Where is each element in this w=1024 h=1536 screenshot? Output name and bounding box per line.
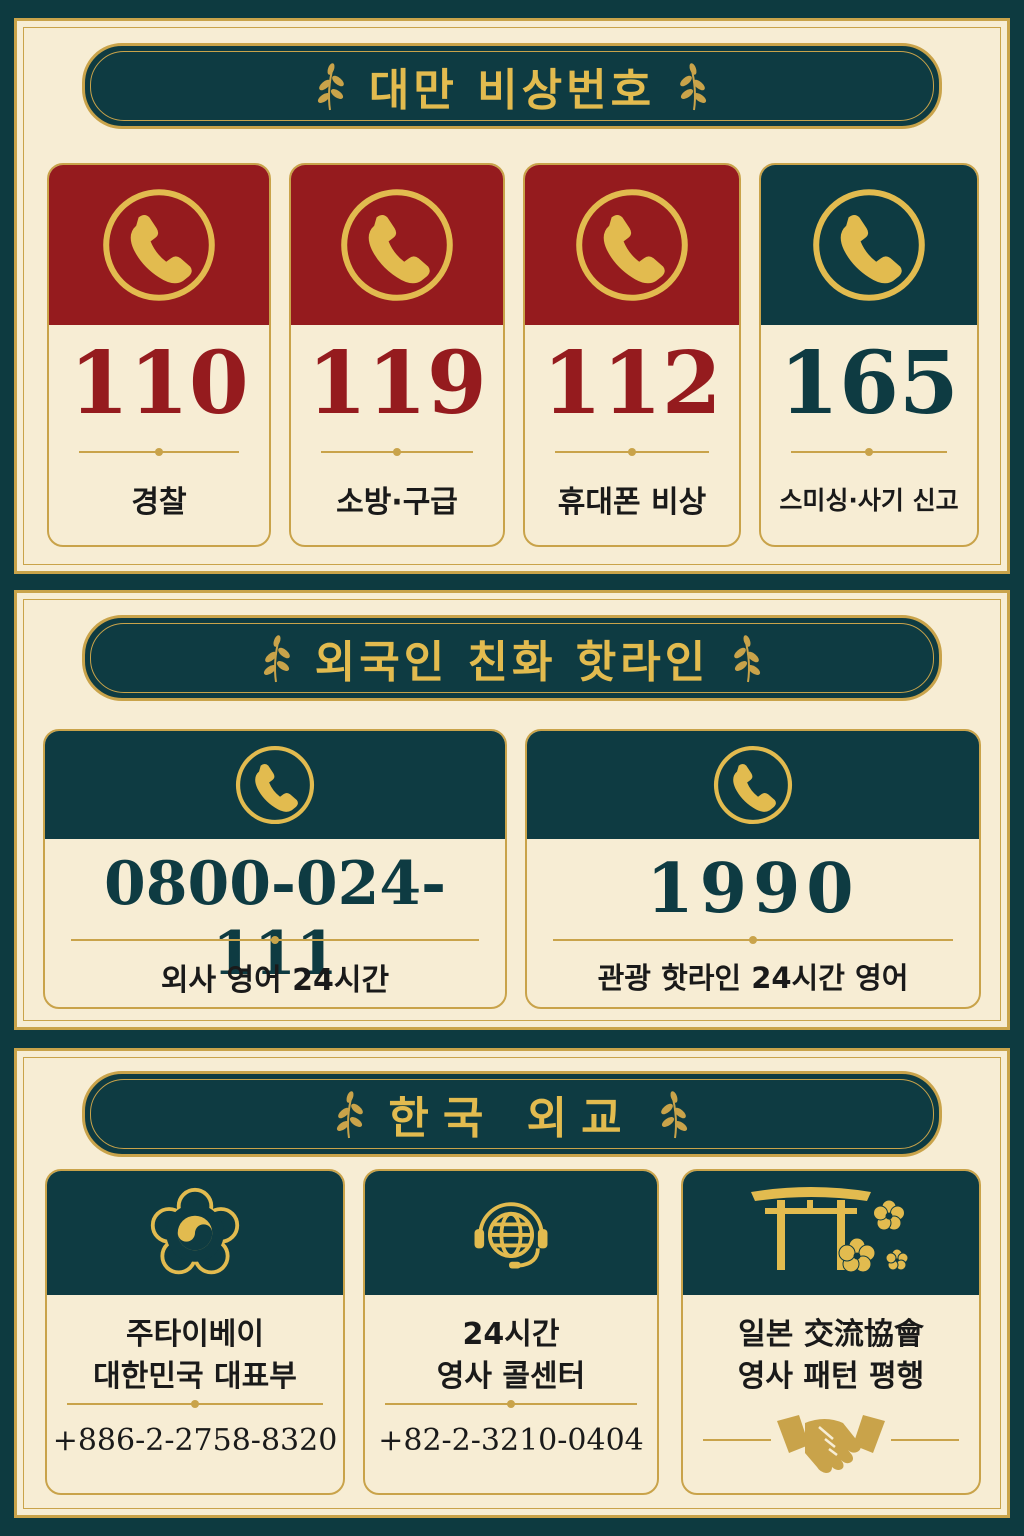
divider bbox=[555, 448, 709, 456]
section-banner: 한국 외교 bbox=[82, 1071, 942, 1157]
laurel-left-icon bbox=[259, 632, 293, 684]
globe-headset-icon bbox=[474, 1202, 548, 1269]
laurel-left-icon bbox=[313, 60, 347, 112]
emergency-card-police[interactable]: 110 경찰 bbox=[47, 163, 271, 547]
office-name-line1: 주타이베이 bbox=[126, 1317, 264, 1352]
korea-diplomacy-panel: 한국 외교 주타이베이 대한민국 대표부 +886-2-2758-8320 24… bbox=[14, 1048, 1010, 1518]
phone-icon bbox=[233, 743, 317, 827]
korea-card-japan-exchange[interactable]: 일본 交流協會 영사 패턴 평행 bbox=[681, 1169, 981, 1495]
emergency-card-mobile[interactable]: 112 휴대폰 비상 bbox=[523, 163, 741, 547]
divider bbox=[71, 936, 479, 944]
section-banner: 외국인 친화 핫라인 bbox=[82, 615, 942, 701]
emergency-label: 경찰 bbox=[131, 485, 187, 520]
phone-icon bbox=[711, 743, 795, 827]
phone-icon bbox=[99, 185, 219, 305]
korea-card-representative-office[interactable]: 주타이베이 대한민국 대표부 +886-2-2758-8320 bbox=[45, 1169, 345, 1495]
call-center-phone: +82-2-3210-0404 bbox=[378, 1423, 644, 1458]
call-center-line2: 영사 콜센터 bbox=[436, 1359, 586, 1394]
section-title: 한국 외교 bbox=[388, 1093, 636, 1144]
hotline-label: 외사 영어 24시간 bbox=[160, 963, 390, 998]
phone-icon bbox=[809, 185, 929, 305]
handshake-icon bbox=[683, 1399, 979, 1483]
emergency-number: 110 bbox=[69, 333, 249, 434]
divider bbox=[67, 1400, 323, 1408]
office-phone: +886-2-2758-8320 bbox=[52, 1423, 338, 1458]
section-title: 대만 비상번호 bbox=[368, 65, 656, 116]
divider bbox=[321, 448, 473, 456]
taiwan-emergency-panel: 대만 비상번호 110 경찰 119 소방·구급 112 휴대폰 비상 165 bbox=[14, 18, 1010, 574]
section-banner: 대만 비상번호 bbox=[82, 43, 942, 129]
emergency-number: 112 bbox=[542, 333, 722, 434]
foreigner-hotline-panel: 외국인 친화 핫라인 0800-024-111 외사 영어 24시간 1990 … bbox=[14, 590, 1010, 1030]
laurel-left-icon bbox=[332, 1088, 366, 1140]
hotline-number: 1990 bbox=[646, 849, 860, 929]
laurel-right-icon bbox=[731, 632, 765, 684]
emergency-number: 165 bbox=[779, 333, 959, 434]
torii-sakura-icon bbox=[751, 1187, 909, 1273]
phone-icon bbox=[572, 185, 692, 305]
office-name-line2: 대한민국 대표부 bbox=[93, 1359, 297, 1394]
call-center-line1: 24시간 bbox=[462, 1317, 560, 1352]
section-title: 외국인 친화 핫라인 bbox=[314, 637, 710, 688]
emergency-number: 119 bbox=[307, 333, 487, 434]
divider bbox=[553, 936, 953, 944]
laurel-right-icon bbox=[677, 60, 711, 112]
hotline-card-foreign-affairs[interactable]: 0800-024-111 외사 영어 24시간 bbox=[43, 729, 507, 1009]
mugunghwa-emblem-icon bbox=[150, 1187, 240, 1275]
divider bbox=[791, 448, 947, 456]
emergency-card-fraud[interactable]: 165 스미싱·사기 신고 bbox=[759, 163, 979, 547]
emergency-label: 스미싱·사기 신고 bbox=[779, 486, 959, 515]
hotline-label: 관광 핫라인 24시간 영어 bbox=[597, 961, 909, 995]
hotline-card-tourism[interactable]: 1990 관광 핫라인 24시간 영어 bbox=[525, 729, 981, 1009]
emergency-card-fire[interactable]: 119 소방·구급 bbox=[289, 163, 505, 547]
korea-card-consular-call-center[interactable]: 24시간 영사 콜센터 +82-2-3210-0404 bbox=[363, 1169, 659, 1495]
phone-icon bbox=[337, 185, 457, 305]
divider bbox=[79, 448, 239, 456]
japan-exchange-line2: 영사 패턴 평행 bbox=[737, 1359, 925, 1394]
emergency-label: 소방·구급 bbox=[336, 485, 458, 520]
emergency-label: 휴대폰 비상 bbox=[557, 485, 707, 520]
laurel-right-icon bbox=[658, 1088, 692, 1140]
divider bbox=[385, 1400, 637, 1408]
japan-exchange-line1: 일본 交流協會 bbox=[738, 1317, 924, 1352]
